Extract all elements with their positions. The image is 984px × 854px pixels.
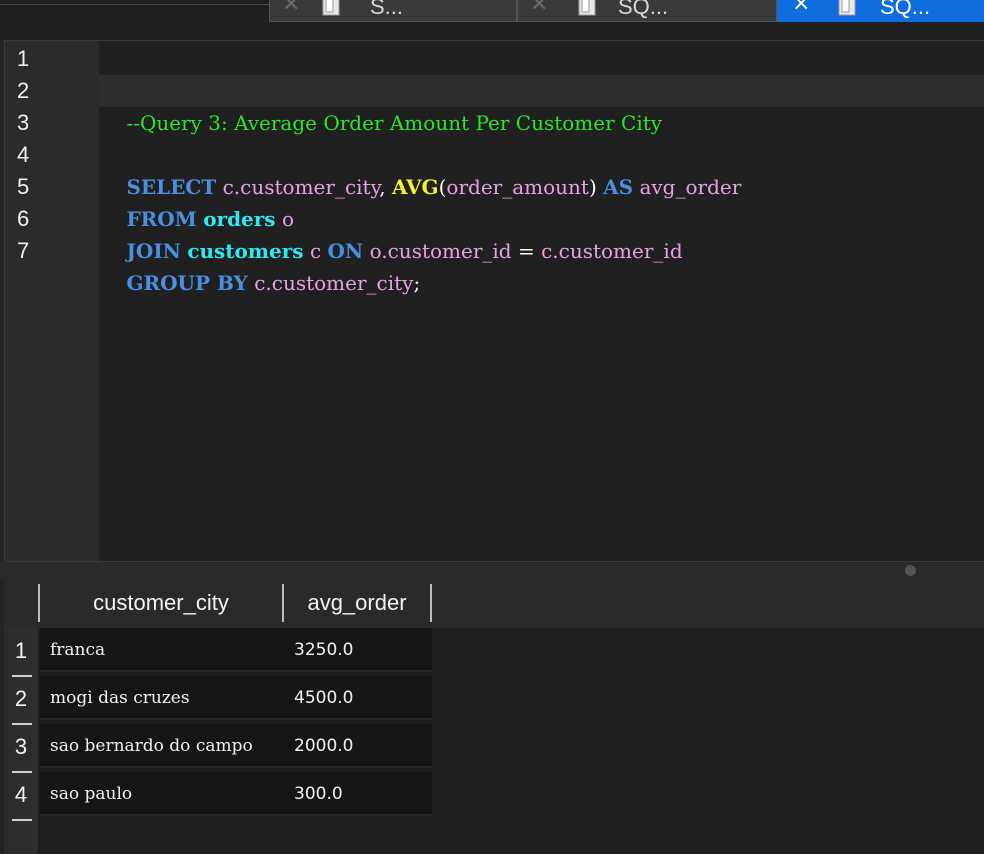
results-header: customer_city avg_order [4, 578, 984, 628]
line-number: 3 [17, 110, 30, 135]
tab-2[interactable]: × SQ... [517, 0, 777, 22]
close-icon[interactable]: × [792, 0, 810, 19]
tab-1-label: S... [370, 0, 404, 19]
line-number: 7 [17, 238, 30, 263]
sql-editor[interactable]: 1 2 3 4 5 6 7 --Query 3: Average Order A… [4, 40, 984, 562]
splitter-handle-icon[interactable] [905, 565, 916, 576]
close-icon[interactable]: × [282, 0, 300, 19]
line-number: 2 [17, 78, 30, 103]
table-cell-avg[interactable]: 300.0 [284, 772, 432, 816]
tab-bar-divider [0, 4, 270, 5]
close-icon[interactable]: × [530, 0, 548, 19]
sql-punct: ; [413, 271, 421, 295]
table-cell-avg[interactable]: 4500.0 [284, 676, 432, 720]
tab-3-label: SQ... [880, 0, 931, 19]
table-cell-avg[interactable]: 3250.0 [284, 628, 432, 672]
row-number[interactable]: 4 [4, 775, 38, 821]
line-number: 1 [17, 46, 30, 71]
tab-bar: × S... × SQ... × SQ... [0, 0, 984, 40]
tab-3-active[interactable]: × SQ... [777, 0, 984, 22]
line-number: 4 [17, 142, 30, 167]
table-cell-city[interactable]: mogi das cruzes [40, 676, 284, 720]
document-icon [578, 0, 596, 16]
document-icon [322, 0, 340, 16]
tab-2-label: SQ... [618, 0, 669, 19]
pane-splitter[interactable] [0, 562, 984, 578]
line-number-gutter: 1 2 3 4 5 6 7 [5, 41, 99, 561]
line-number: 6 [17, 206, 30, 231]
table-cell-city[interactable]: sao paulo [40, 772, 284, 816]
code-line-6[interactable]: JOIN customers c ON o.customer_id = c.cu… [99, 203, 984, 263]
tab-1[interactable]: × S... [269, 0, 517, 22]
row-header-column: 1 2 3 4 [4, 628, 38, 854]
row-number[interactable]: 2 [4, 679, 38, 725]
sql-keyword: GROUP BY [126, 271, 248, 295]
table-cell-city[interactable]: sao bernardo do campo [40, 724, 284, 768]
row-number[interactable]: 1 [4, 631, 38, 677]
table-cell-city[interactable]: franca [40, 628, 284, 672]
code-line-7[interactable]: GROUP BY c.customer_city; [99, 235, 984, 295]
code-line-5[interactable]: FROM orders o [99, 171, 984, 231]
column-header-customer-city[interactable]: customer_city [38, 584, 284, 622]
code-line-2[interactable]: --Query 3: Average Order Amount Per Cust… [99, 75, 984, 135]
row-number[interactable]: 3 [4, 727, 38, 773]
document-icon [838, 0, 856, 16]
sql-identifier: c.customer_city [254, 271, 414, 295]
line-number: 5 [17, 174, 30, 199]
sql-comment: --Query 3: Average Order Amount Per Cust… [126, 111, 663, 135]
column-header-avg-order[interactable]: avg_order [284, 584, 432, 622]
table-cell-avg[interactable]: 2000.0 [284, 724, 432, 768]
code-line-4[interactable]: SELECT c.customer_city, AVG(order_amount… [99, 139, 984, 199]
results-grid: customer_city avg_order 1 2 3 4 franca 3… [4, 578, 984, 854]
